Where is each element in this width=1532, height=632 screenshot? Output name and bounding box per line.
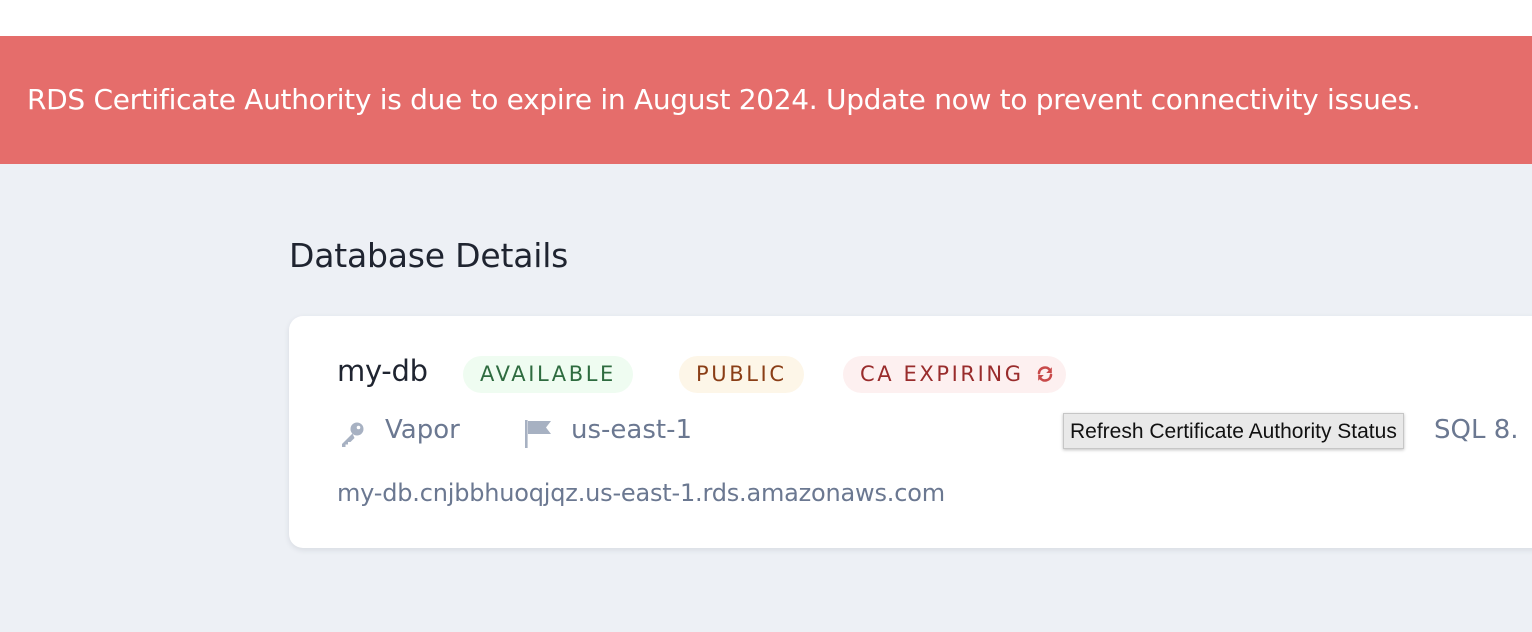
refresh-tooltip: Refresh Certificate Authority Status	[1063, 413, 1404, 449]
visibility-badge: PUBLIC	[679, 356, 804, 393]
refresh-icon[interactable]	[1036, 358, 1054, 382]
engine-version: SQL 8.	[1434, 415, 1519, 445]
top-bar	[0, 0, 1532, 36]
ca-expiring-badge: CA EXPIRING	[843, 356, 1066, 393]
region-name: us-east-1	[571, 415, 692, 445]
network-name: Vapor	[385, 415, 460, 445]
flag-icon	[523, 419, 555, 453]
key-icon	[337, 419, 367, 453]
page-title: Database Details	[289, 236, 569, 275]
alert-message: RDS Certificate Authority is due to expi…	[27, 83, 1421, 116]
database-endpoint: my-db.cnjbbhuoqjqz.us-east-1.rds.amazona…	[337, 479, 945, 507]
status-badge: AVAILABLE	[463, 356, 633, 393]
database-name: my-db	[337, 354, 428, 388]
ca-expiry-alert-banner: RDS Certificate Authority is due to expi…	[0, 36, 1532, 164]
ca-expiring-label: CA EXPIRING	[860, 362, 1024, 386]
